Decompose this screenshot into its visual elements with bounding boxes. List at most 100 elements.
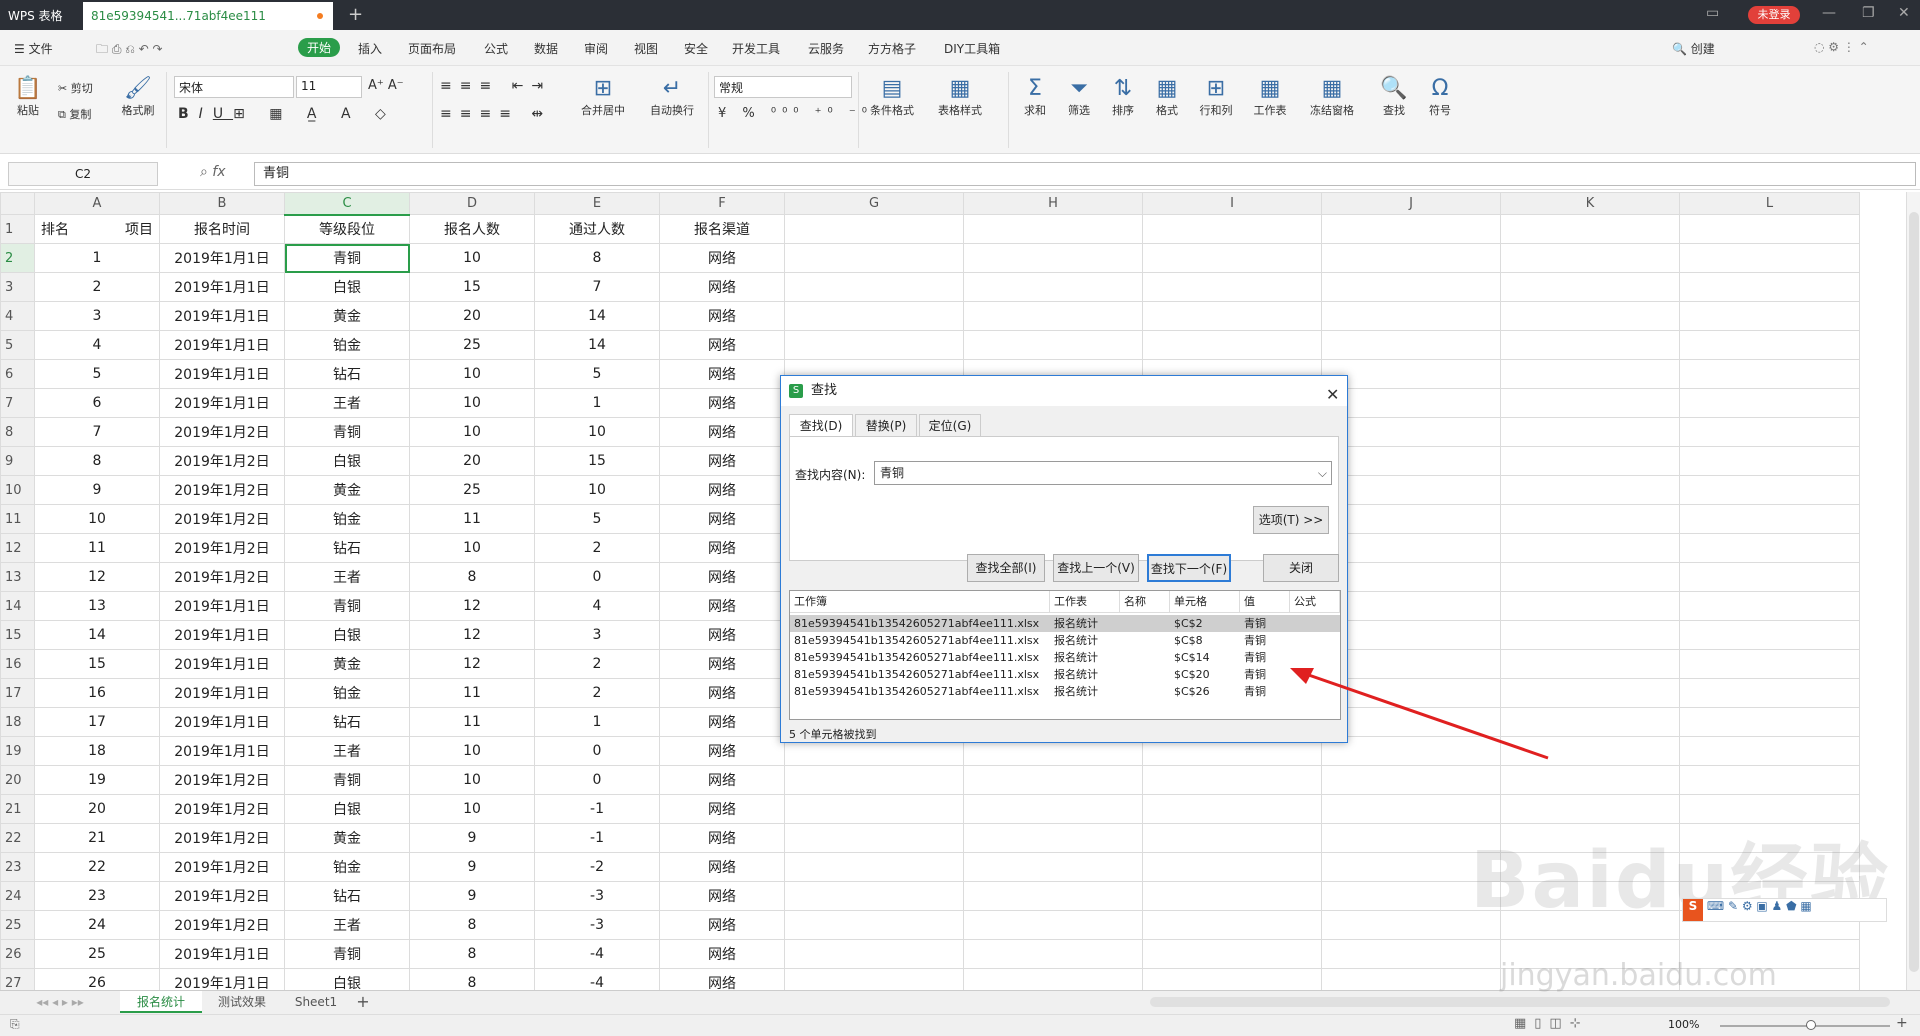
- cell[interactable]: -3: [534, 881, 660, 911]
- cell[interactable]: 17: [34, 707, 160, 737]
- cell[interactable]: [1679, 765, 1860, 795]
- cell[interactable]: 白银: [284, 446, 410, 476]
- cell[interactable]: 9: [409, 881, 535, 911]
- cell[interactable]: 2019年1月2日: [159, 765, 285, 795]
- row-header[interactable]: 22: [0, 823, 35, 853]
- menu-home[interactable]: 开始: [298, 38, 341, 57]
- cell[interactable]: 5: [534, 504, 660, 534]
- cell[interactable]: 10: [34, 504, 160, 534]
- cell[interactable]: [1321, 504, 1501, 534]
- menu-insert[interactable]: 插入: [358, 40, 382, 57]
- row-header[interactable]: 17: [0, 678, 35, 708]
- cell[interactable]: 钻石: [284, 359, 410, 389]
- cell[interactable]: [1500, 562, 1680, 592]
- cell[interactable]: [963, 852, 1143, 882]
- cell[interactable]: 2019年1月1日: [159, 649, 285, 679]
- cell[interactable]: 3: [534, 620, 660, 650]
- results-col-formula[interactable]: 公式: [1290, 591, 1340, 613]
- row-header[interactable]: 18: [0, 707, 35, 737]
- row-header[interactable]: 2: [0, 243, 35, 273]
- menu-security[interactable]: 安全: [684, 40, 708, 57]
- cell[interactable]: 2019年1月2日: [159, 823, 285, 853]
- chevron-down-icon[interactable]: ⌵: [1318, 462, 1327, 484]
- cell[interactable]: [1500, 301, 1680, 331]
- row-header[interactable]: 6: [0, 359, 35, 389]
- fx-icon[interactable]: ⌕ fx: [200, 164, 226, 180]
- cell[interactable]: 网络: [659, 649, 785, 679]
- cell[interactable]: 21: [34, 823, 160, 853]
- cell[interactable]: 20: [409, 446, 535, 476]
- cell[interactable]: 2019年1月1日: [159, 707, 285, 737]
- cell[interactable]: [1321, 562, 1501, 592]
- row-header[interactable]: 9: [0, 446, 35, 476]
- cell[interactable]: [1679, 330, 1860, 360]
- format-painter-button[interactable]: 🖌 格式刷: [118, 76, 158, 118]
- cell[interactable]: 2019年1月2日: [159, 852, 285, 882]
- cell[interactable]: 2019年1月2日: [159, 794, 285, 824]
- row-header[interactable]: 15: [0, 620, 35, 650]
- results-col-cell[interactable]: 单元格: [1170, 591, 1240, 613]
- cell[interactable]: [1321, 939, 1501, 969]
- cell[interactable]: [1142, 968, 1322, 990]
- cell[interactable]: 网络: [659, 736, 785, 766]
- cell[interactable]: [1142, 910, 1322, 940]
- cell[interactable]: 2019年1月1日: [159, 736, 285, 766]
- cell[interactable]: [1679, 736, 1860, 766]
- row-header[interactable]: 27: [0, 968, 35, 990]
- cell[interactable]: 网络: [659, 417, 785, 447]
- cell[interactable]: 网络: [659, 504, 785, 534]
- close-button[interactable]: 关闭: [1263, 554, 1339, 582]
- cell[interactable]: [1679, 446, 1860, 476]
- cell[interactable]: 9: [409, 823, 535, 853]
- symbol-button[interactable]: Ω 符号: [1420, 76, 1460, 118]
- cell[interactable]: 22: [34, 852, 160, 882]
- cell[interactable]: 黄金: [284, 823, 410, 853]
- cell[interactable]: [1679, 417, 1860, 447]
- find-previous-button[interactable]: 查找上一个(V): [1053, 554, 1139, 582]
- cell[interactable]: 10: [409, 533, 535, 563]
- cell[interactable]: 青铜: [284, 765, 410, 795]
- tab-replace[interactable]: 替换(P): [855, 414, 917, 436]
- cell[interactable]: 9: [34, 475, 160, 505]
- row-header[interactable]: 25: [0, 910, 35, 940]
- cell[interactable]: [784, 823, 964, 853]
- add-sheet-icon[interactable]: +: [352, 991, 374, 1013]
- cell[interactable]: [963, 823, 1143, 853]
- font-size-select[interactable]: 11: [296, 76, 362, 98]
- cell[interactable]: [1142, 852, 1322, 882]
- cell[interactable]: 网络: [659, 852, 785, 882]
- cell[interactable]: [784, 910, 964, 940]
- cell[interactable]: -1: [534, 823, 660, 853]
- cell[interactable]: [1679, 533, 1860, 563]
- macro-icon[interactable]: ⎘: [10, 1017, 20, 1032]
- worksheet-button[interactable]: ▦ 工作表: [1248, 76, 1292, 118]
- cell[interactable]: 黄金: [284, 301, 410, 331]
- cell[interactable]: [1679, 301, 1860, 331]
- cell[interactable]: 18: [34, 736, 160, 766]
- cell[interactable]: [1321, 475, 1501, 505]
- cell[interactable]: 2019年1月2日: [159, 910, 285, 940]
- cell[interactable]: 10: [409, 243, 535, 273]
- cell[interactable]: [963, 243, 1143, 273]
- cell[interactable]: 20: [34, 794, 160, 824]
- cell[interactable]: 4: [534, 591, 660, 621]
- cell[interactable]: 10: [409, 736, 535, 766]
- floating-toolbar[interactable]: S ⌨ ✎ ⚙ ▣ ♟ ⬟ ▦: [1682, 898, 1887, 922]
- cell[interactable]: 4: [34, 330, 160, 360]
- cell[interactable]: [1142, 939, 1322, 969]
- sheet-nav-icons[interactable]: ◂◂ ◂ ▸ ▸▸: [10, 991, 110, 1013]
- conditional-format-button[interactable]: ▤ 条件格式: [866, 76, 918, 118]
- row-header[interactable]: 23: [0, 852, 35, 882]
- cell[interactable]: 2019年1月2日: [159, 533, 285, 563]
- menu-developer[interactable]: 开发工具: [732, 40, 780, 57]
- find-all-button[interactable]: 查找全部(I): [967, 554, 1045, 582]
- cell[interactable]: 白银: [284, 794, 410, 824]
- name-box[interactable]: C2: [8, 162, 158, 186]
- cell[interactable]: 20: [409, 301, 535, 331]
- halign-icons[interactable]: ≡≡≡≡ ⇹: [440, 106, 551, 122]
- cell[interactable]: [1500, 504, 1680, 534]
- cell[interactable]: [1321, 417, 1501, 447]
- cell[interactable]: 2019年1月1日: [159, 939, 285, 969]
- cell[interactable]: 白银: [284, 272, 410, 302]
- cell[interactable]: 15: [34, 649, 160, 679]
